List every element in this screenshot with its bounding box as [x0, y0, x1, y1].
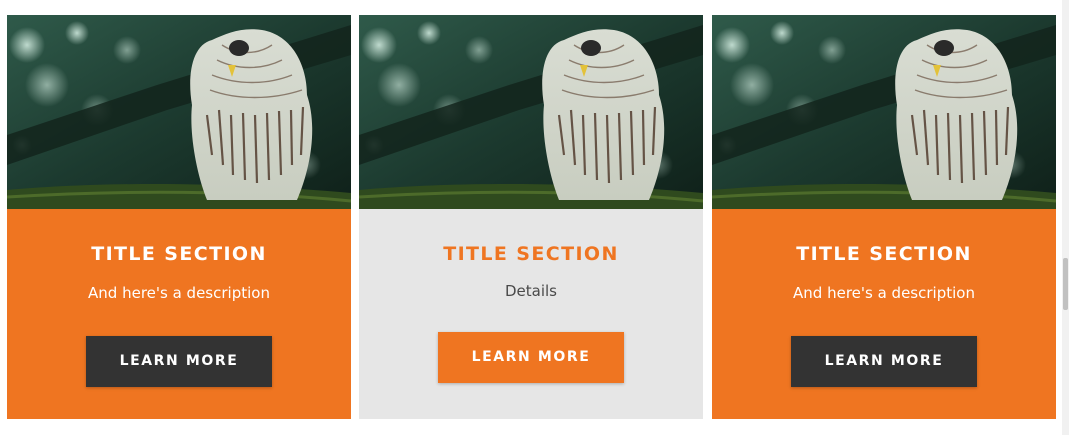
owl-image	[712, 15, 1056, 209]
owl-photo	[7, 15, 351, 209]
learn-more-button[interactable]: LEARN MORE	[791, 336, 977, 387]
scrollbar-thumb[interactable]	[1063, 258, 1068, 310]
card-title: TITLE SECTION	[443, 243, 619, 265]
card-description: Details	[504, 282, 557, 300]
owl-image	[7, 15, 351, 209]
card-description: And here's a description	[793, 284, 975, 302]
owl-photo	[359, 15, 703, 209]
card-2: TITLE SECTION Details LEARN MORE	[359, 15, 703, 419]
card-3: TITLE SECTION And here's a description L…	[712, 15, 1056, 419]
card-title: TITLE SECTION	[91, 243, 267, 265]
card-panel: TITLE SECTION Details LEARN MORE	[359, 209, 703, 419]
learn-more-button[interactable]: LEARN MORE	[438, 332, 624, 383]
owl-photo	[712, 15, 1056, 209]
card-1: TITLE SECTION And here's a description L…	[7, 15, 351, 419]
card-description: And here's a description	[88, 284, 270, 302]
card-title: TITLE SECTION	[796, 243, 972, 265]
card-gallery: TITLE SECTION And here's a description L…	[0, 0, 1069, 435]
card-panel: TITLE SECTION And here's a description L…	[712, 209, 1056, 419]
learn-more-button[interactable]: LEARN MORE	[86, 336, 272, 387]
vertical-scrollbar[interactable]	[1062, 0, 1069, 435]
card-panel: TITLE SECTION And here's a description L…	[7, 209, 351, 419]
owl-image	[359, 15, 703, 209]
